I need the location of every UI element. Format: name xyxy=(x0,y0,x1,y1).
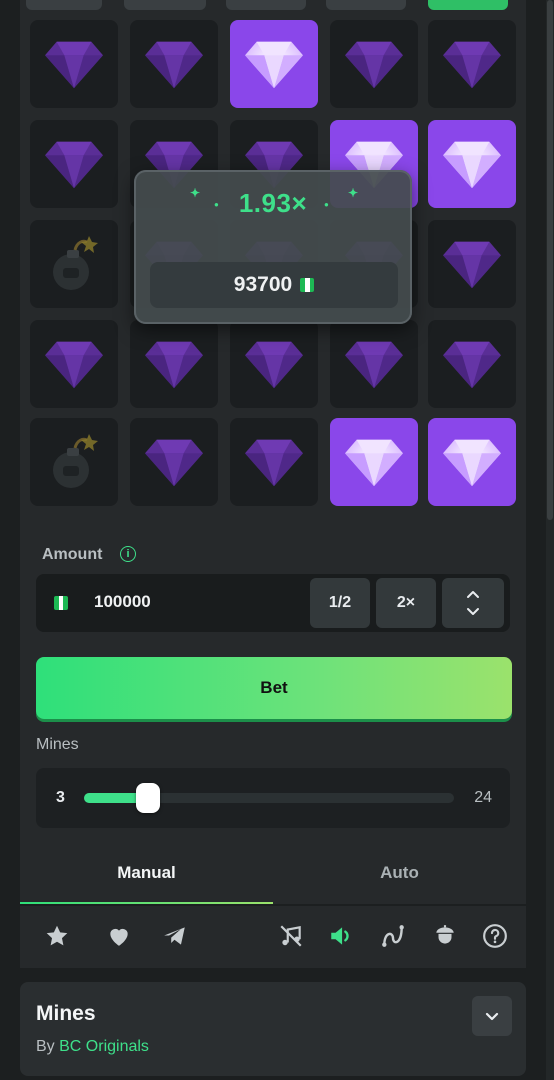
chart-curve-icon xyxy=(382,925,404,947)
expand-button[interactable] xyxy=(472,996,512,1036)
top-tile-edge xyxy=(226,0,306,10)
mine-tile[interactable] xyxy=(30,418,118,506)
gem-icon xyxy=(145,41,203,89)
favorite-button[interactable] xyxy=(42,921,72,951)
win-popup: ✦ ● ● ✦ 1.93× 93700 xyxy=(134,170,412,324)
top-tile-edge-green xyxy=(428,0,508,10)
mine-tile[interactable] xyxy=(30,220,118,308)
revealed-gem-tile[interactable] xyxy=(428,418,516,506)
gem-tile[interactable] xyxy=(330,320,418,408)
gem-icon xyxy=(245,341,303,389)
gem-icon xyxy=(245,439,303,487)
amount-value[interactable]: 100000 xyxy=(94,592,151,612)
half-amount-button[interactable]: 1/2 xyxy=(310,578,370,628)
game-title: Mines xyxy=(36,1002,96,1025)
bomb-icon xyxy=(53,434,98,488)
gem-icon xyxy=(443,241,501,289)
chevron-up-down-icon xyxy=(467,591,479,615)
amount-label: Amount xyxy=(42,546,103,563)
share-button[interactable] xyxy=(160,921,190,951)
gem-icon xyxy=(145,439,203,487)
scrollbar-thumb[interactable] xyxy=(547,0,553,520)
game-provider-line: By BC Originals xyxy=(36,1038,149,1056)
gem-icon xyxy=(45,341,103,389)
gem-tile[interactable] xyxy=(130,320,218,408)
sound-on-icon xyxy=(331,927,349,945)
top-tile-edge xyxy=(326,0,406,10)
mines-slider-track[interactable] xyxy=(84,783,454,813)
gem-icon xyxy=(245,41,303,89)
gem-icon xyxy=(145,341,203,389)
bomb-icon xyxy=(53,236,98,290)
gem-tile[interactable] xyxy=(30,320,118,408)
revealed-gem-tile[interactable] xyxy=(428,120,516,208)
music-toggle-button[interactable] xyxy=(276,921,306,951)
gem-tile[interactable] xyxy=(428,20,516,108)
mines-slider[interactable]: 3 24 xyxy=(36,768,510,828)
info-icon[interactable]: i xyxy=(120,546,136,562)
revealed-gem-tile[interactable] xyxy=(230,20,318,108)
revealed-gem-tile[interactable] xyxy=(330,418,418,506)
gem-icon xyxy=(443,341,501,389)
win-payout: 93700 xyxy=(233,273,293,296)
top-tile-edge xyxy=(124,0,206,10)
gem-tile[interactable] xyxy=(30,120,118,208)
acorn-icon xyxy=(436,925,454,944)
live-stats-button[interactable] xyxy=(378,921,408,951)
gem-tile[interactable] xyxy=(428,220,516,308)
star-icon xyxy=(46,925,68,946)
currency-flag-icon xyxy=(300,278,315,292)
tab-auto[interactable]: Auto xyxy=(273,844,526,902)
gem-tile[interactable] xyxy=(130,20,218,108)
double-amount-button[interactable]: 2× xyxy=(376,578,436,628)
gem-tile[interactable] xyxy=(230,418,318,506)
mines-min-value: 3 xyxy=(56,789,65,806)
gem-tile[interactable] xyxy=(230,320,318,408)
win-multiplier: 1.93× xyxy=(238,188,308,218)
active-tab-indicator xyxy=(20,902,273,904)
gem-tile[interactable] xyxy=(30,20,118,108)
by-label: By xyxy=(36,1038,55,1055)
help-button[interactable] xyxy=(480,921,510,951)
scrollbar[interactable] xyxy=(546,0,554,1080)
provider-link[interactable]: BC Originals xyxy=(59,1038,149,1055)
sound-toggle-button[interactable] xyxy=(326,921,356,951)
game-toolbar xyxy=(20,906,526,968)
gem-tile[interactable] xyxy=(130,418,218,506)
gem-tile[interactable] xyxy=(428,320,516,408)
currency-flag-icon xyxy=(54,596,68,610)
amount-stepper-button[interactable] xyxy=(442,578,504,628)
gem-icon xyxy=(45,41,103,89)
gem-icon xyxy=(443,41,501,89)
top-tile-edge xyxy=(26,0,102,10)
bet-button[interactable]: Bet xyxy=(36,657,512,719)
gem-tile[interactable] xyxy=(330,20,418,108)
mines-slider-thumb[interactable] xyxy=(136,783,161,813)
mines-label: Mines xyxy=(36,736,79,753)
win-payout-box: 93700 xyxy=(150,262,398,308)
gem-icon xyxy=(443,141,501,189)
mines-max-value: 24 xyxy=(474,789,492,806)
gem-icon xyxy=(345,341,403,389)
amount-input[interactable]: 100000 1/2 2× xyxy=(36,574,510,632)
tab-manual[interactable]: Manual xyxy=(20,844,273,902)
gem-icon xyxy=(345,439,403,487)
gem-icon xyxy=(45,141,103,189)
help-icon xyxy=(483,924,507,948)
gem-icon xyxy=(443,439,501,487)
game-info-card: Mines By BC Originals xyxy=(20,982,526,1076)
heart-icon xyxy=(110,928,128,946)
music-off-icon xyxy=(280,925,302,947)
send-icon xyxy=(164,927,185,945)
like-button[interactable] xyxy=(104,921,134,951)
gem-icon xyxy=(345,41,403,89)
fairness-button[interactable] xyxy=(430,921,460,951)
chevron-down-icon xyxy=(485,1012,499,1021)
bet-controls: Amount i 100000 1/2 2× Bet Mines 3 24 Ma… xyxy=(20,526,526,904)
